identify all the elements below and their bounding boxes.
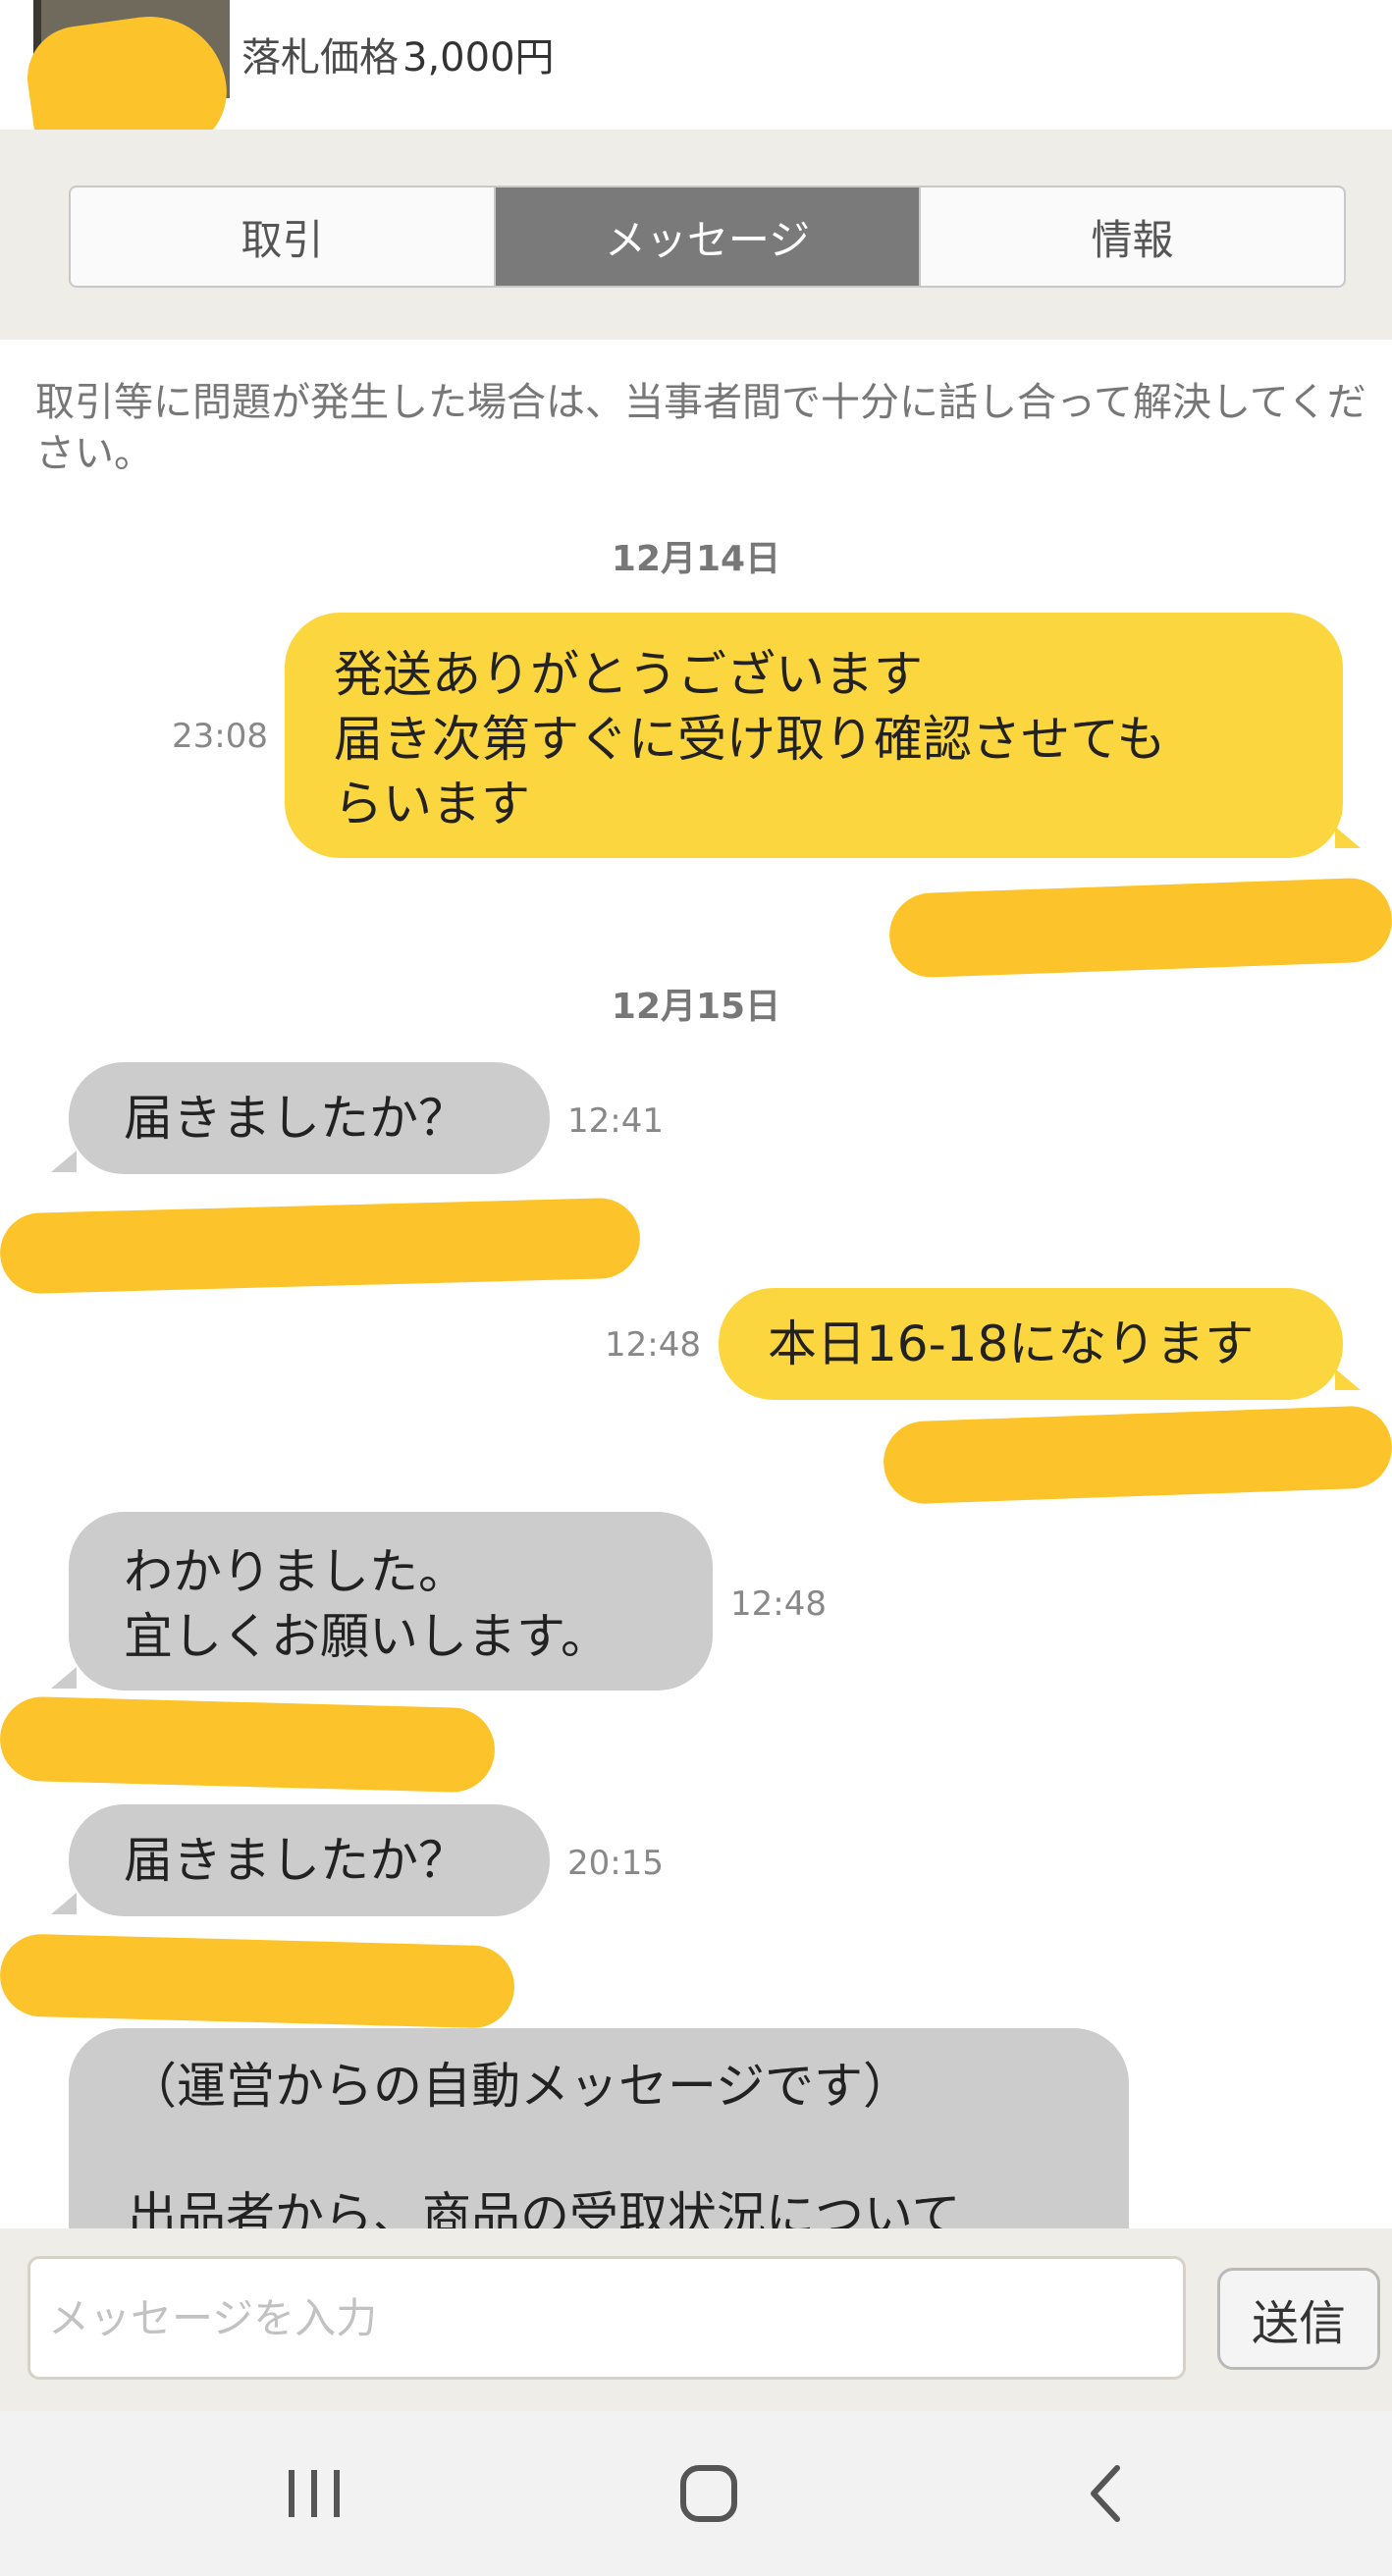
message-text: 届きましたか？ (124, 1832, 467, 1889)
message-time: 12:41 (567, 1101, 664, 1141)
message-time: 12:48 (605, 1325, 701, 1365)
winning-price-label: 落札価格 (241, 35, 399, 80)
their-message-bubble[interactable]: わかりました。 宜しくお願いします。 (69, 1512, 713, 1690)
bubble-tail (51, 1667, 77, 1689)
message-text: （運営からの自動メッセージです） 出品者から、商品の受取状況について (128, 2058, 961, 2244)
redaction-scribble (0, 1695, 497, 1794)
recents-icon[interactable] (236, 2411, 393, 2576)
redaction-scribble (0, 1933, 516, 2029)
home-icon[interactable] (630, 2411, 787, 2576)
message-text: 届きましたか？ (124, 1090, 467, 1147)
message-text: 本日16-18になります (768, 1315, 1255, 1372)
bubble-tail (1335, 1368, 1361, 1390)
dispute-notice: 取引等に問題が発生した場合は、当事者間で十分に話し合って解決してください。 (35, 380, 1366, 476)
redaction-scribble (882, 1404, 1392, 1506)
their-message-bubble[interactable]: 届きましたか？ (69, 1804, 550, 1916)
bubble-tail (1335, 827, 1361, 848)
my-message-bubble[interactable]: 発送ありがとうございます 届き次第すぐに受け取り確認させても らいます (285, 613, 1343, 858)
their-message-bubble[interactable]: 届きましたか？ (69, 1062, 550, 1174)
message-input[interactable] (27, 2256, 1186, 2380)
date-separator: 12月14日 (611, 539, 781, 579)
message-time: 23:08 (172, 717, 268, 756)
send-button[interactable]: 送信 (1217, 2268, 1380, 2370)
bubble-tail (51, 1151, 77, 1172)
back-icon[interactable] (1027, 2411, 1184, 2576)
redaction-scribble (0, 1197, 641, 1295)
redaction-scribble (887, 877, 1392, 979)
tab-group: 取引 メッセージ 情報 (69, 186, 1346, 288)
tab-info[interactable]: 情報 (921, 188, 1344, 286)
message-time: 20:15 (567, 1844, 664, 1883)
tab-transaction[interactable]: 取引 (71, 188, 496, 286)
message-time: 12:48 (730, 1584, 827, 1624)
message-text: わかりました。 宜しくお願いします。 (124, 1543, 610, 1665)
winning-price-value: 3,000円 (402, 35, 555, 80)
tab-messages[interactable]: メッセージ (496, 188, 921, 286)
date-separator: 12月15日 (611, 987, 781, 1027)
bubble-tail (51, 1893, 77, 1914)
message-text: 発送ありがとうございます 届き次第すぐに受け取り確認させても らいます (334, 646, 1166, 832)
my-message-bubble[interactable]: 本日16-18になります (719, 1288, 1343, 1400)
